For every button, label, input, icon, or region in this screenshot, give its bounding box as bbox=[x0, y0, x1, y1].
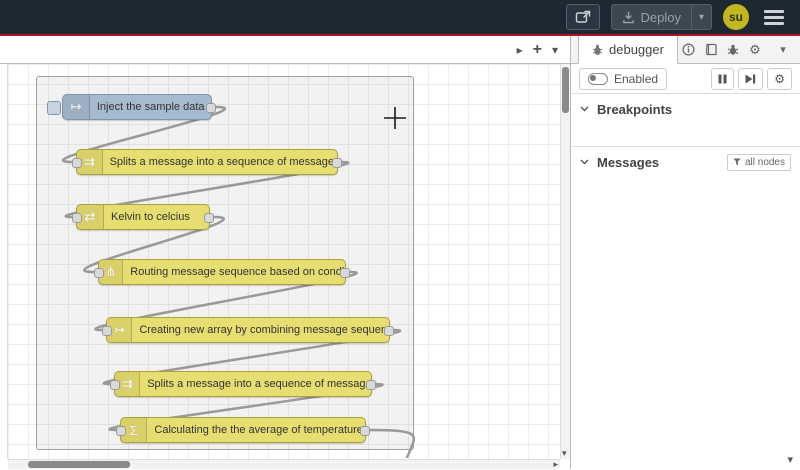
debugger-header-button[interactable] bbox=[565, 4, 600, 30]
node-output-port[interactable] bbox=[340, 268, 350, 278]
deploy-label: Deploy bbox=[640, 9, 681, 25]
breakpoints-label: Breakpoints bbox=[597, 101, 673, 117]
bug-icon bbox=[727, 44, 739, 55]
deploy-icon bbox=[622, 11, 634, 23]
sidebar: debugger ⚙ ▾ Enabled ⚙ Breakpoints Messa… bbox=[570, 36, 800, 469]
flow-node-split[interactable]: ⇉ Splits a message into a sequence of mes… bbox=[110, 371, 376, 397]
help-tab-button[interactable] bbox=[700, 43, 722, 56]
node-label: Splits a message into a sequence of mess… bbox=[147, 378, 371, 390]
add-flow-button[interactable]: + bbox=[533, 41, 542, 58]
flow-node-change[interactable]: ⇄ Kelvin to celcius bbox=[72, 204, 214, 230]
breakpoints-section: Breakpoints bbox=[571, 94, 800, 147]
node-label: Kelvin to celcius bbox=[111, 211, 190, 223]
config-tab-button[interactable]: ⚙ bbox=[744, 42, 766, 58]
header: Deploy ▾ su bbox=[0, 0, 800, 34]
debugger-settings-button[interactable]: ⚙ bbox=[767, 67, 792, 90]
node-label: Splits a message into a sequence of mess… bbox=[109, 156, 337, 168]
tab-debugger[interactable]: debugger bbox=[578, 36, 678, 64]
user-avatar[interactable]: su bbox=[723, 4, 749, 30]
breakpoints-list bbox=[571, 124, 800, 147]
sidebar-collapse-caret[interactable]: ▾ bbox=[787, 453, 793, 466]
node-input-port[interactable] bbox=[116, 426, 126, 436]
all-nodes-label: all nodes bbox=[744, 156, 785, 168]
node-input-port[interactable] bbox=[102, 326, 112, 336]
horizontal-scroll-thumb[interactable] bbox=[28, 461, 130, 468]
enabled-label: Enabled bbox=[614, 71, 659, 86]
crosshair-cursor bbox=[384, 107, 406, 129]
vertical-scroll-thumb[interactable] bbox=[562, 67, 569, 113]
node-input-port[interactable] bbox=[94, 268, 104, 278]
nodes-layer: ↦ Inject the sample data ⇉ Splits a message… bbox=[8, 64, 560, 459]
node-output-port[interactable] bbox=[366, 380, 376, 390]
debug-tab-button[interactable] bbox=[722, 44, 744, 56]
deploy-options-button[interactable]: ▾ bbox=[690, 5, 711, 29]
canvas-horizontal-scrollbar[interactable]: ▸ bbox=[8, 459, 560, 469]
main-content: ▸ + ▾ ↦ Inject the sample data ⇉ Splits a m… bbox=[0, 34, 800, 469]
node-label: Calculating the the average of temperatu… bbox=[154, 424, 363, 436]
messages-section-header[interactable]: Messages all nodes bbox=[571, 147, 800, 177]
flow-monitor-icon bbox=[575, 10, 590, 23]
node-output-port[interactable] bbox=[332, 158, 342, 168]
sidebar-tabbar: debugger ⚙ ▾ bbox=[571, 36, 800, 64]
scroll-right-icon[interactable]: ▸ bbox=[553, 459, 558, 470]
info-icon bbox=[682, 43, 695, 56]
pause-button[interactable] bbox=[711, 67, 735, 90]
node-label: Creating new array by combining message … bbox=[139, 324, 389, 336]
flow-node-switch[interactable]: ⋔ Routing message sequence based on condi… bbox=[94, 259, 350, 285]
breakpoints-section-header[interactable]: Breakpoints bbox=[571, 94, 800, 124]
enabled-toggle-button[interactable]: Enabled bbox=[579, 67, 668, 90]
filter-funnel-icon bbox=[733, 158, 741, 166]
debugger-tab-label: debugger bbox=[609, 42, 664, 57]
node-input-port[interactable] bbox=[72, 158, 82, 168]
debugger-toolbar: Enabled ⚙ bbox=[571, 64, 800, 94]
node-input-port[interactable] bbox=[110, 380, 120, 390]
tab-scroll-right-button[interactable]: ▸ bbox=[517, 44, 523, 56]
debugger-tab-icon bbox=[592, 44, 603, 55]
node-input-port[interactable] bbox=[72, 213, 82, 223]
flow-canvas[interactable]: ↦ Inject the sample data ⇉ Splits a message… bbox=[8, 64, 560, 459]
node-output-port[interactable] bbox=[384, 326, 394, 336]
pause-icon bbox=[718, 74, 727, 83]
messages-list bbox=[571, 177, 800, 377]
node-label: Inject the sample data bbox=[96, 101, 205, 113]
messages-label: Messages bbox=[597, 154, 660, 170]
flow-list-button[interactable]: ▾ bbox=[552, 44, 558, 56]
flow-node-inject[interactable]: ↦ Inject the sample data bbox=[47, 94, 216, 120]
flow-node-join[interactable]: ↣ Creating new array by combining message… bbox=[102, 317, 394, 343]
palette-collapsed-strip bbox=[0, 64, 8, 459]
chevron-down-icon bbox=[580, 106, 589, 112]
flow-tabbar: ▸ + ▾ bbox=[0, 36, 570, 64]
node-label: Routing message sequence based on condit… bbox=[130, 266, 345, 278]
messages-section: Messages all nodes bbox=[571, 147, 800, 377]
book-icon bbox=[705, 43, 717, 56]
toggle-on-icon bbox=[588, 72, 608, 85]
info-tab-button[interactable] bbox=[678, 43, 700, 56]
canvas-vertical-scrollbar[interactable]: ▾ bbox=[560, 64, 570, 459]
step-forward-icon bbox=[745, 74, 756, 83]
deploy-button[interactable]: Deploy ▾ bbox=[610, 4, 712, 30]
workspace: ▸ + ▾ ↦ Inject the sample data ⇉ Splits a m… bbox=[0, 36, 570, 469]
node-output-port[interactable] bbox=[360, 426, 370, 436]
inject-icon: ↦ bbox=[63, 95, 90, 119]
flow-node-split[interactable]: ⇉ Splits a message into a sequence of mes… bbox=[72, 149, 342, 175]
flow-node-function[interactable]: Σ Calculating the the average of temperat… bbox=[116, 417, 370, 443]
hamburger-icon bbox=[764, 9, 784, 13]
step-button[interactable] bbox=[738, 67, 764, 90]
chevron-down-icon bbox=[580, 159, 589, 165]
inject-run-button[interactable] bbox=[47, 101, 61, 115]
main-menu-button[interactable] bbox=[760, 6, 788, 29]
node-output-port[interactable] bbox=[206, 103, 216, 113]
scroll-down-icon[interactable]: ▾ bbox=[562, 448, 567, 459]
all-nodes-filter-button[interactable]: all nodes bbox=[726, 153, 791, 171]
node-output-port[interactable] bbox=[204, 213, 214, 223]
sidebar-tabs-menu-button[interactable]: ▾ bbox=[772, 43, 794, 56]
